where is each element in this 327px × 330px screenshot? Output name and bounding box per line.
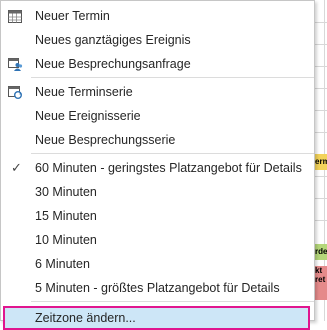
- menu-item[interactable]: Neue Ereignisserie: [1, 104, 314, 128]
- menu-item-label: Neues ganztägiges Ereignis: [35, 33, 191, 47]
- menu-item[interactable]: Neue Besprechungsserie: [1, 128, 314, 152]
- menu-item-label: Zeitzone ändern...: [35, 311, 136, 325]
- menu-item[interactable]: 6 Minuten: [1, 252, 314, 276]
- recurring-appointment-icon: [7, 84, 23, 100]
- appointment-block[interactable]: ermin: [315, 154, 327, 170]
- menu-item-label: 60 Minuten - geringstes Platzangebot für…: [35, 161, 302, 175]
- menu-item[interactable]: 30 Minuten: [1, 180, 314, 204]
- menu-separator: [31, 153, 314, 154]
- grid-line: [315, 220, 327, 221]
- menu-item[interactable]: ✓ 60 Minuten - geringstes Platzangebot fü…: [1, 156, 314, 180]
- grid-line: [315, 198, 327, 199]
- menu-item[interactable]: Neue Terminserie: [1, 80, 314, 104]
- grid-line: [315, 110, 327, 111]
- menu-item[interactable]: 10 Minuten: [1, 228, 314, 252]
- menu-item[interactable]: Neue Besprechungsanfrage: [1, 52, 314, 76]
- meeting-people-icon: [7, 56, 23, 72]
- menu-item-label: Neue Ereignisserie: [35, 109, 141, 123]
- menu-item-label: Neuer Termin: [35, 9, 110, 23]
- calendar-context-menu: Neuer Termin Neues ganztägiges Ereignis Ne…: [0, 0, 315, 330]
- menu-item-label: Neue Besprechungsserie: [35, 133, 176, 147]
- menu-item-label: 6 Minuten: [35, 257, 90, 271]
- grid-line: [315, 88, 327, 89]
- appointment-block[interactable]: rde: [315, 244, 327, 260]
- menu-item[interactable]: 15 Minuten: [1, 204, 314, 228]
- grid-line: [315, 44, 327, 45]
- calendar-grid-icon: [7, 8, 23, 24]
- checkmark-icon: ✓: [11, 160, 22, 175]
- menu-separator: [31, 301, 314, 302]
- menu-item-label: Neue Besprechungsanfrage: [35, 57, 191, 71]
- calendar-background: ermin rde kt ret: [315, 0, 327, 321]
- grid-line: [315, 132, 327, 133]
- menu-item[interactable]: Zeitzone ändern...: [3, 306, 310, 330]
- grid-line: [315, 176, 327, 177]
- menu-item[interactable]: Neuer Termin: [1, 4, 314, 28]
- menu-item-label: 5 Minuten - größtes Platzangebot für Det…: [35, 281, 280, 295]
- grid-line: [315, 66, 327, 67]
- menu-item-label: 10 Minuten: [35, 233, 97, 247]
- appointment-block[interactable]: kt ret: [315, 266, 327, 300]
- menu-separator: [31, 77, 314, 78]
- grid-line: [315, 22, 327, 23]
- menu-item-label: Neue Terminserie: [35, 85, 133, 99]
- menu-item-label: 30 Minuten: [35, 185, 97, 199]
- menu-item-label: 15 Minuten: [35, 209, 97, 223]
- menu-item[interactable]: Neues ganztägiges Ereignis: [1, 28, 314, 52]
- menu-item[interactable]: 5 Minuten - größtes Platzangebot für Det…: [1, 276, 314, 300]
